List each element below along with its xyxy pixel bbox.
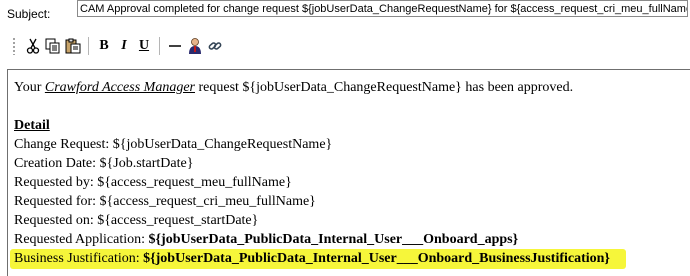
business-justification-line: Business Justification: ${jobUserData_Pu… <box>10 249 626 269</box>
requested-by-line: Requested by: ${access_request_meu_fullN… <box>14 175 292 190</box>
business-justification-value: ${jobUserData_PublicData_Internal_User__… <box>143 251 610 266</box>
cut-icon[interactable] <box>24 36 42 56</box>
detail-heading-line: Detail <box>14 116 610 135</box>
business-justification-label: Business Justification: <box>14 251 144 266</box>
toolbar-separator <box>88 37 89 55</box>
intro-suffix: request ${jobUserData_ChangeRequestName}… <box>194 80 574 95</box>
crawford-access-manager-link[interactable]: Crawford Access Manager <box>45 80 195 95</box>
requested-application-value: ${jobUserData_PublicData_Internal_User__… <box>148 232 519 247</box>
change-request-line: Change Request: ${jobUserData_ChangeRequ… <box>14 137 333 152</box>
toolbar-grip-icon[interactable] <box>12 37 16 55</box>
message-body: Your Crawford Access Manager request ${j… <box>10 78 626 269</box>
italic-button[interactable]: I <box>115 36 133 56</box>
intro-prefix: Your <box>14 80 45 95</box>
copy-icon[interactable] <box>44 36 62 56</box>
editor-toolbar: B I U <box>12 34 226 58</box>
bold-button[interactable]: B <box>95 36 113 56</box>
creation-date-line: Creation Date: ${Job.startDate} <box>14 156 194 171</box>
toolbar-separator <box>159 37 160 55</box>
requested-application-label: Requested Application: <box>14 232 149 247</box>
paste-icon[interactable] <box>64 36 82 56</box>
subject-label: Subject: <box>7 7 51 21</box>
requested-application-line: Requested Application: ${jobUserData_Pub… <box>14 230 610 249</box>
subject-input[interactable]: CAM Approval completed for change reques… <box>77 0 688 17</box>
requested-on-line: Requested on: ${access_request_startDate… <box>14 213 259 228</box>
detail-heading: Detail <box>14 118 50 133</box>
intro-line: Your Crawford Access Manager request ${j… <box>14 78 610 97</box>
insert-link-icon[interactable] <box>206 36 224 56</box>
horizontal-rule-icon[interactable] <box>166 36 184 56</box>
underline-button[interactable]: U <box>135 36 153 56</box>
insert-person-icon[interactable] <box>186 36 204 56</box>
requested-for-line: Requested for: ${access_request_cri_meu_… <box>14 194 316 209</box>
